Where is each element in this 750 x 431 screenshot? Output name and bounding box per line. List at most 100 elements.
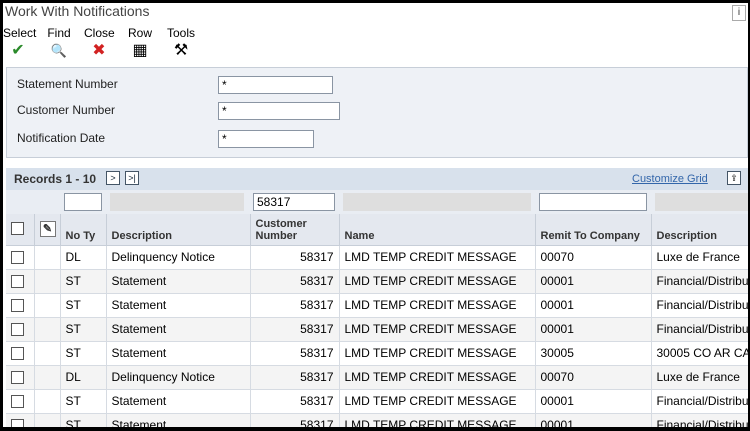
cell-remit-to-company: 00001 bbox=[535, 389, 652, 414]
edit-pencil-icon: ✎ bbox=[39, 220, 56, 237]
row-checkbox[interactable] bbox=[11, 251, 24, 265]
cell-description2: Financial/Distribution bbox=[651, 293, 748, 318]
notifications-grid: ✎ No Ty Description Customer Number Name… bbox=[6, 214, 748, 427]
row-menu-button[interactable]: Row ▦ bbox=[127, 26, 153, 61]
find-label: Find bbox=[47, 26, 71, 40]
cell-name: LMD TEMP CREDIT MESSAGE bbox=[339, 317, 536, 342]
cell-remit-to-company: 00001 bbox=[535, 413, 652, 427]
cell-no-ty: DL bbox=[60, 245, 107, 270]
row-checkbox-cell[interactable] bbox=[6, 389, 35, 414]
customer-number-label: Customer Number bbox=[17, 103, 116, 117]
statement-number-input[interactable] bbox=[218, 76, 333, 94]
app-window: Work With Notifications i Select ✔ Find … bbox=[3, 3, 748, 427]
col-header-description[interactable]: Description bbox=[106, 214, 251, 246]
row-edit-cell bbox=[34, 269, 61, 294]
col-header-remit-to-company[interactable]: Remit To Company bbox=[535, 214, 652, 246]
query-by-example-row bbox=[6, 190, 748, 214]
row-checkbox-cell[interactable] bbox=[6, 365, 35, 390]
cell-name: LMD TEMP CREDIT MESSAGE bbox=[339, 245, 536, 270]
cell-customer-number: 58317 bbox=[250, 341, 340, 366]
row-checkbox-cell[interactable] bbox=[6, 341, 35, 366]
cell-remit-to-company: 00070 bbox=[535, 245, 652, 270]
cell-description: Statement bbox=[106, 413, 251, 427]
row-edit-cell bbox=[34, 293, 61, 318]
last-page-icon[interactable]: >| bbox=[125, 171, 139, 185]
select-button[interactable]: Select ✔ bbox=[3, 26, 37, 61]
cell-description2: 30005 CO AR CANADA bbox=[651, 341, 748, 366]
cell-description: Statement bbox=[106, 293, 251, 318]
row-checkbox-cell[interactable] bbox=[6, 317, 35, 342]
row-checkbox[interactable] bbox=[11, 275, 24, 289]
cell-customer-number: 58317 bbox=[250, 389, 340, 414]
cell-customer-number: 58317 bbox=[250, 413, 340, 427]
table-row[interactable]: DL Delinquency Notice 58317 LMD TEMP CREDIT… bbox=[6, 365, 748, 390]
cell-customer-number: 58317 bbox=[250, 245, 340, 270]
table-row[interactable]: ST Statement 58317 LMD TEMP CREDIT MESSAGE 0… bbox=[6, 269, 748, 294]
row-checkbox-cell[interactable] bbox=[6, 413, 35, 427]
row-checkbox[interactable] bbox=[11, 299, 24, 313]
cell-customer-number: 58317 bbox=[250, 365, 340, 390]
help-icon[interactable]: i bbox=[732, 5, 746, 21]
select-all-checkbox[interactable] bbox=[11, 222, 24, 236]
row-grid-icon: ▦ bbox=[132, 42, 148, 59]
cell-no-ty: ST bbox=[60, 413, 107, 427]
table-row[interactable]: ST Statement 58317 LMD TEMP CREDIT MESSAGE 0… bbox=[6, 389, 748, 414]
row-checkbox[interactable] bbox=[11, 419, 24, 427]
row-checkbox[interactable] bbox=[11, 395, 24, 409]
cell-name: LMD TEMP CREDIT MESSAGE bbox=[339, 293, 536, 318]
cell-description: Statement bbox=[106, 269, 251, 294]
cell-customer-number: 58317 bbox=[250, 293, 340, 318]
toolbar: Select ✔ Find 🔍 Close ✖ Row ▦ Tools ⚒ bbox=[3, 23, 748, 65]
tools-menu-button[interactable]: Tools ⚒ bbox=[166, 26, 196, 61]
row-label: Row bbox=[127, 26, 152, 40]
notification-date-input[interactable] bbox=[218, 130, 314, 148]
customer-number-input[interactable] bbox=[218, 102, 340, 120]
cell-no-ty: ST bbox=[60, 317, 107, 342]
cell-no-ty: ST bbox=[60, 341, 107, 366]
qbe-remit-to-company-input[interactable] bbox=[539, 193, 647, 211]
records-count: Records 1 - 10 bbox=[14, 172, 97, 186]
col-header-customer-number[interactable]: Customer Number bbox=[250, 214, 340, 246]
qbe-customer-number-input[interactable] bbox=[253, 193, 335, 211]
select-all-checkbox-cell[interactable] bbox=[6, 214, 35, 246]
table-row[interactable]: ST Statement 58317 LMD TEMP CREDIT MESSAGE 0… bbox=[6, 317, 748, 342]
cell-description: Statement bbox=[106, 317, 251, 342]
select-label: Select bbox=[3, 26, 37, 40]
find-button[interactable]: Find 🔍 bbox=[45, 26, 73, 61]
row-checkbox[interactable] bbox=[11, 371, 24, 385]
table-row[interactable]: ST Statement 58317 LMD TEMP CREDIT MESSAGE 0… bbox=[6, 413, 748, 427]
row-edit-cell bbox=[34, 245, 61, 270]
cell-description: Delinquency Notice bbox=[106, 365, 251, 390]
cell-name: LMD TEMP CREDIT MESSAGE bbox=[339, 389, 536, 414]
row-checkbox-cell[interactable] bbox=[6, 293, 35, 318]
edit-column-header: ✎ bbox=[34, 214, 61, 246]
col-header-no-ty[interactable]: No Ty bbox=[60, 214, 107, 246]
export-icon[interactable]: ⇪ bbox=[727, 171, 741, 185]
cell-customer-number: 58317 bbox=[250, 269, 340, 294]
col-header-name[interactable]: Name bbox=[339, 214, 536, 246]
customize-grid-link[interactable]: Customize Grid bbox=[632, 173, 708, 185]
row-checkbox[interactable] bbox=[11, 323, 24, 337]
cell-name: LMD TEMP CREDIT MESSAGE bbox=[339, 413, 536, 427]
tools-icon: ⚒ bbox=[173, 42, 189, 59]
col-header-description2[interactable]: Description bbox=[651, 214, 748, 246]
cell-description2: Luxe de France bbox=[651, 245, 748, 270]
cell-name: LMD TEMP CREDIT MESSAGE bbox=[339, 269, 536, 294]
cell-description: Statement bbox=[106, 341, 251, 366]
row-edit-cell bbox=[34, 341, 61, 366]
table-row[interactable]: DL Delinquency Notice 58317 LMD TEMP CREDIT… bbox=[6, 245, 748, 270]
row-checkbox-cell[interactable] bbox=[6, 269, 35, 294]
row-checkbox-cell[interactable] bbox=[6, 245, 35, 270]
qbe-no-ty-input[interactable] bbox=[64, 193, 102, 211]
cell-description2: Luxe de France bbox=[651, 365, 748, 390]
table-row[interactable]: ST Statement 58317 LMD TEMP CREDIT MESSAGE 0… bbox=[6, 293, 748, 318]
next-page-icon[interactable]: > bbox=[106, 171, 120, 185]
statement-number-label: Statement Number bbox=[17, 77, 118, 91]
close-button[interactable]: Close ✖ bbox=[84, 26, 115, 61]
table-row[interactable]: ST Statement 58317 LMD TEMP CREDIT MESSAGE 3… bbox=[6, 341, 748, 366]
row-checkbox[interactable] bbox=[11, 347, 24, 361]
cell-no-ty: ST bbox=[60, 293, 107, 318]
close-icon: ✖ bbox=[92, 42, 106, 59]
cell-description2: Financial/Distribution bbox=[651, 413, 748, 427]
cell-no-ty: ST bbox=[60, 269, 107, 294]
